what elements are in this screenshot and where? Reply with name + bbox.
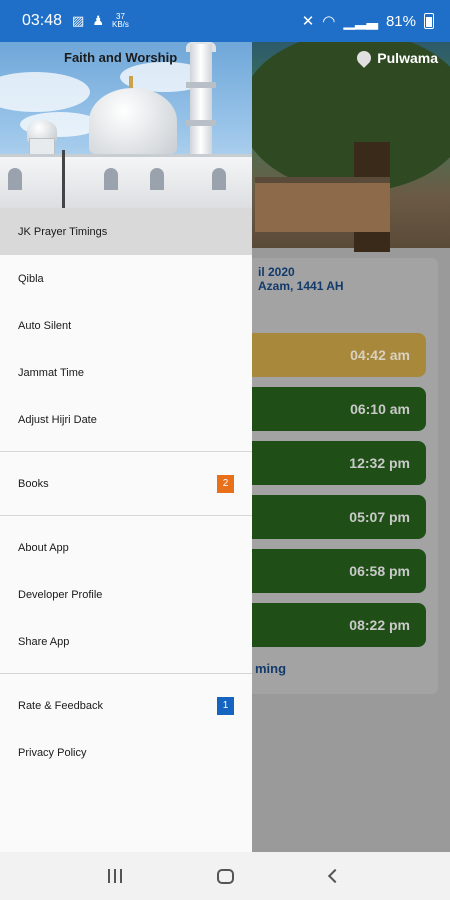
menu-item-share-app[interactable]: Share App [0, 618, 252, 665]
menu-item-label: Share App [18, 635, 70, 648]
prayer-row-5[interactable]: 06:58 pm [230, 549, 426, 593]
menu-item-privacy-policy[interactable]: Privacy Policy [0, 729, 252, 776]
status-notification-icons: ▨ ♟ 37 KB/s [72, 13, 129, 29]
feedback-count-badge: 1 [217, 696, 234, 715]
network-speed-unit: KB/s [112, 20, 129, 29]
mosque-dome [89, 88, 177, 154]
menu-item-label: Rate & Feedback [18, 699, 103, 712]
location-indicator[interactable]: Pulwama [354, 48, 438, 68]
status-bar: 03:48 ▨ ♟ 37 KB/s ✕ ◠ ▁▂▃ 81% [0, 0, 450, 42]
menu-item-label: Books [18, 477, 49, 490]
mute-icon: ✕ [301, 13, 315, 30]
location-pin-icon [354, 48, 375, 68]
menu-item-label: Qibla [18, 272, 44, 285]
prayer-time: 04:42 am [350, 347, 410, 363]
menu-item-qibla[interactable]: Qibla [0, 255, 252, 302]
network-speed: 37 KB/s [112, 13, 129, 29]
prayer-row-4[interactable]: 05:07 pm [230, 495, 426, 539]
menu-item-label: Adjust Hijri Date [18, 413, 97, 426]
menu-item-jk-prayer-timings[interactable]: JK Prayer Timings [0, 208, 252, 255]
gregorian-date: il 2020 [258, 265, 295, 279]
wifi-icon: ◠ [322, 13, 336, 30]
menu-item-developer-profile[interactable]: Developer Profile [0, 571, 252, 618]
battery-percent: 81% [385, 12, 416, 30]
mosque-arch [150, 168, 164, 190]
menu-item-jammat-time[interactable]: Jammat Time [0, 349, 252, 396]
background-building [255, 177, 390, 232]
home-icon [216, 868, 234, 884]
mosque-arch [8, 168, 22, 190]
drawer-title: Faith and Worship [64, 50, 178, 65]
signal-icon: ▁▂▃ [343, 13, 378, 30]
prayer-time: 06:10 am [350, 401, 410, 417]
prayer-time: 12:32 pm [349, 455, 410, 471]
menu-item-label: JK Prayer Timings [18, 225, 108, 238]
lamp-post [62, 150, 65, 208]
minaret-band [186, 120, 216, 126]
gallery-icon: ▨ [72, 13, 85, 28]
menu-item-label: About App [18, 541, 69, 554]
notification-icon: ♟ [92, 13, 104, 28]
status-time: 03:48 [22, 12, 63, 29]
back-icon [327, 868, 343, 884]
recents-icon [108, 869, 122, 883]
menu-item-adjust-hijri-date[interactable]: Adjust Hijri Date [0, 396, 252, 443]
mosque-arch [104, 168, 118, 190]
drawer-menu: JK Prayer Timings Qibla Auto Silent Jamm… [0, 208, 252, 776]
cloud-shape [0, 72, 90, 112]
minaret-band [186, 82, 216, 88]
menu-item-label: Developer Profile [18, 588, 103, 601]
prayer-row-6[interactable]: 08:22 pm [230, 603, 426, 647]
location-label: Pulwama [377, 50, 438, 66]
drawer-header: Faith and Worship [0, 42, 252, 208]
menu-item-rate-feedback[interactable]: Rate & Feedback 1 [0, 682, 252, 729]
status-system-icons: ✕ ◠ ▁▂▃ 81% [302, 12, 434, 30]
system-nav-bar [0, 852, 450, 900]
prayer-time: 06:58 pm [349, 563, 410, 579]
home-button[interactable] [205, 861, 245, 891]
prayer-date: il 2020 Azam, 1441 AH [258, 265, 344, 293]
prayer-row-2[interactable]: 06:10 am [230, 387, 426, 431]
upcoming-link[interactable]: ming [255, 661, 286, 676]
menu-item-books[interactable]: Books 2 [0, 460, 252, 507]
navigation-drawer: Faith and Worship JK Prayer Timings Qibl… [0, 0, 252, 852]
menu-divider [0, 673, 252, 674]
menu-item-about-app[interactable]: About App [0, 524, 252, 571]
hijri-date: Azam, 1441 AH [258, 279, 344, 293]
menu-divider [0, 515, 252, 516]
back-button[interactable] [315, 861, 355, 891]
prayer-row-1[interactable]: 04:42 am [230, 333, 426, 377]
menu-item-label: Jammat Time [18, 366, 85, 379]
prayer-row-3[interactable]: 12:32 pm [230, 441, 426, 485]
menu-item-label: Auto Silent [18, 319, 72, 332]
battery-icon [424, 13, 434, 29]
prayer-time: 08:22 pm [349, 617, 410, 633]
menu-item-label: Privacy Policy [18, 746, 87, 759]
prayer-time: 05:07 pm [349, 509, 410, 525]
books-count-badge: 2 [217, 474, 234, 493]
mosque-arch [212, 168, 226, 190]
menu-item-auto-silent[interactable]: Auto Silent [0, 302, 252, 349]
menu-divider [0, 451, 252, 452]
recent-apps-button[interactable] [95, 861, 135, 891]
